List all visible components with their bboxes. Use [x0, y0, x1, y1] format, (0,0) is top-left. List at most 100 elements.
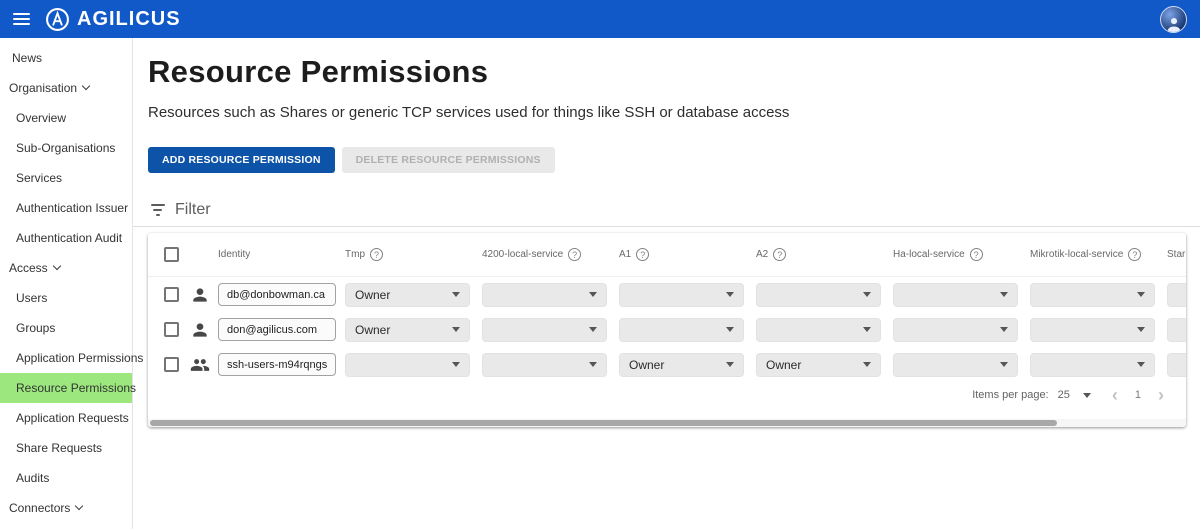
sidebar-item-share-requests[interactable]: Share Requests: [0, 433, 132, 463]
permission-select-mikrotik-local-service[interactable]: [1030, 318, 1155, 342]
sidebar-item-organisation[interactable]: Organisation: [0, 73, 132, 103]
items-per-page-select[interactable]: 25: [1058, 389, 1095, 401]
permission-select-a2[interactable]: [756, 318, 881, 342]
chevron-down-icon: [589, 292, 597, 297]
sidebar-item-connectors[interactable]: Connectors: [0, 493, 132, 523]
permission-select-a1[interactable]: [619, 318, 744, 342]
permission-select-a2[interactable]: [756, 283, 881, 307]
sidebar-item-services[interactable]: Services: [0, 163, 132, 193]
sidebar: NewsOrganisationOverviewSub-Organisation…: [0, 38, 133, 529]
permission-select-starl[interactable]: [1167, 353, 1186, 377]
horizontal-scrollbar[interactable]: [148, 419, 1186, 427]
row-checkbox[interactable]: [164, 357, 179, 372]
permission-select-starl[interactable]: [1167, 318, 1186, 342]
column-header-identity: Identity: [218, 249, 345, 260]
sidebar-item-groups[interactable]: Groups: [0, 313, 132, 343]
help-icon[interactable]: ?: [568, 248, 581, 261]
permission-select-mikrotik-local-service[interactable]: [1030, 353, 1155, 377]
sidebar-item-authentication-issuer[interactable]: Authentication Issuer: [0, 193, 132, 223]
chevron-down-icon: [75, 502, 83, 510]
sidebar-item-label: Users: [16, 291, 47, 305]
permission-select-a2[interactable]: Owner: [756, 353, 881, 377]
column-header-mikrotik-local-service: Mikrotik-local-service?: [1030, 248, 1167, 261]
brand-title: AGILICUS: [77, 8, 181, 31]
person-icon: [190, 320, 218, 340]
chevron-down-icon: [1137, 327, 1145, 332]
user-avatar[interactable]: [1160, 6, 1187, 33]
delete-resource-permissions-button[interactable]: DELETE RESOURCE PERMISSIONS: [342, 147, 555, 173]
permission-select-mikrotik-local-service[interactable]: [1030, 283, 1155, 307]
selected-value: Owner: [355, 323, 390, 337]
selected-value: Owner: [355, 288, 390, 302]
paginator: Items per page: 25 ‹ 1 ›: [972, 388, 1172, 402]
filter-divider: [133, 226, 1200, 227]
sidebar-item-access[interactable]: Access: [0, 253, 132, 283]
sidebar-item-sub-organisations[interactable]: Sub-Organisations: [0, 133, 132, 163]
permission-select-tmp[interactable]: [345, 353, 470, 377]
permission-select-ha-local-service[interactable]: [893, 318, 1018, 342]
column-header-label: Ha-local-service: [893, 249, 965, 260]
chevron-down-icon: [863, 327, 871, 332]
menu-icon[interactable]: [13, 13, 30, 25]
items-per-page-label: Items per page:: [972, 389, 1048, 401]
permission-select-4200-local-service[interactable]: [482, 353, 607, 377]
selected-value: Owner: [766, 358, 801, 372]
sidebar-item-authentication-audit[interactable]: Authentication Audit: [0, 223, 132, 253]
sidebar-item-audits[interactable]: Audits: [0, 463, 132, 493]
help-icon[interactable]: ?: [370, 248, 383, 261]
sidebar-item-users[interactable]: Users: [0, 283, 132, 313]
permission-select-tmp[interactable]: Owner: [345, 283, 470, 307]
sidebar-item-label: Groups: [16, 321, 55, 335]
table-row: Owner: [148, 277, 1186, 312]
help-icon[interactable]: ?: [773, 248, 786, 261]
table-header-row: IdentityTmp?4200-local-service?A1?A2?Ha-…: [148, 233, 1186, 277]
sidebar-item-application-requests[interactable]: Application Requests: [0, 403, 132, 433]
previous-page-button[interactable]: ‹: [1104, 388, 1126, 402]
permission-select-starl[interactable]: [1167, 283, 1186, 307]
permission-select-a1[interactable]: Owner: [619, 353, 744, 377]
identity-input[interactable]: [218, 318, 336, 341]
sidebar-item-application-permissions[interactable]: Application Permissions: [0, 343, 132, 373]
identity-input[interactable]: [218, 283, 336, 306]
permission-select-4200-local-service[interactable]: [482, 283, 607, 307]
add-resource-permission-button[interactable]: ADD RESOURCE PERMISSION: [148, 147, 335, 173]
sidebar-item-label: Audits: [16, 471, 49, 485]
page-indicator: 1: [1135, 389, 1141, 401]
chevron-down-icon: [52, 262, 60, 270]
help-icon[interactable]: ?: [970, 248, 983, 261]
help-icon[interactable]: ?: [636, 248, 649, 261]
sidebar-item-label: Resource Permissions: [16, 381, 136, 395]
column-header-a2: A2?: [756, 248, 893, 261]
chevron-down-icon: [452, 362, 460, 367]
permission-select-a1[interactable]: [619, 283, 744, 307]
column-header-ha-local-service: Ha-local-service?: [893, 248, 1030, 261]
identity-input[interactable]: [218, 353, 336, 376]
sidebar-item-label: Connectors: [9, 501, 70, 515]
sidebar-item-resource-permissions[interactable]: Resource Permissions: [0, 373, 132, 403]
help-icon[interactable]: ?: [1128, 248, 1141, 261]
page-title: Resource Permissions: [148, 54, 1200, 90]
resource-permissions-table: IdentityTmp?4200-local-service?A1?A2?Ha-…: [148, 233, 1186, 427]
permission-select-4200-local-service[interactable]: [482, 318, 607, 342]
permission-select-ha-local-service[interactable]: [893, 283, 1018, 307]
select-all-checkbox[interactable]: [164, 247, 179, 262]
column-header-label: 4200-local-service: [482, 249, 563, 260]
page-subtitle: Resources such as Shares or generic TCP …: [148, 104, 1200, 121]
selected-value: Owner: [629, 358, 664, 372]
table-row: Owner: [148, 312, 1186, 347]
table-body: Owner Owner Owner Owner: [148, 277, 1186, 382]
permission-select-tmp[interactable]: Owner: [345, 318, 470, 342]
chevron-down-icon: [726, 327, 734, 332]
chevron-down-icon: [863, 292, 871, 297]
row-checkbox[interactable]: [164, 287, 179, 302]
row-checkbox[interactable]: [164, 322, 179, 337]
column-header-label: A2: [756, 249, 768, 260]
filter-toggle[interactable]: Filter: [150, 201, 240, 219]
permission-select-ha-local-service[interactable]: [893, 353, 1018, 377]
topbar: AGILICUS: [0, 0, 1200, 38]
sidebar-item-news[interactable]: News: [0, 43, 132, 73]
next-page-button[interactable]: ›: [1150, 388, 1172, 402]
sidebar-item-overview[interactable]: Overview: [0, 103, 132, 133]
scrollbar-thumb[interactable]: [150, 420, 1057, 426]
main-content: Resource Permissions Resources such as S…: [133, 38, 1200, 529]
